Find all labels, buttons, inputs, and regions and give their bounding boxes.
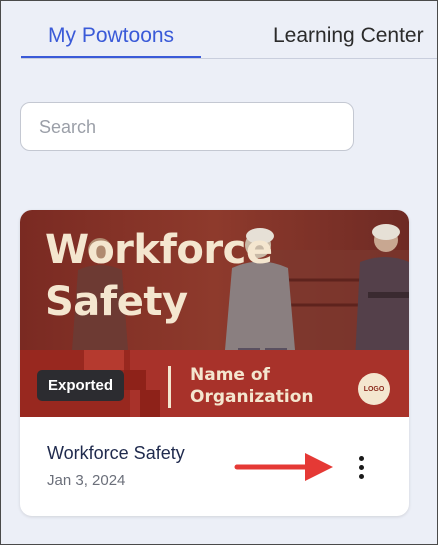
more-vertical-icon[interactable] — [350, 450, 374, 484]
search-input[interactable] — [39, 116, 339, 138]
tab-my-powtoons[interactable]: My Powtoons — [48, 24, 174, 48]
status-badge: Exported — [37, 370, 124, 401]
card-thumbnail[interactable]: Workforce Safety Name of Organization LO… — [20, 210, 409, 417]
powtoon-card[interactable]: Workforce Safety Name of Organization LO… — [20, 210, 409, 516]
search-box[interactable] — [20, 102, 354, 151]
logo-placeholder: LOGO — [358, 373, 390, 405]
thumbnail-title: Workforce Safety — [45, 227, 273, 325]
tab-bar: My Powtoons Learning Center — [0, 0, 438, 60]
organization-name: Name of Organization — [190, 365, 314, 407]
org-divider — [168, 366, 171, 408]
card-date: Jan 3, 2024 — [47, 472, 126, 489]
arrow-right-icon — [234, 453, 333, 481]
tab-divider — [21, 58, 438, 59]
card-title[interactable]: Workforce Safety — [47, 443, 185, 464]
tab-learning-center[interactable]: Learning Center — [273, 24, 424, 48]
